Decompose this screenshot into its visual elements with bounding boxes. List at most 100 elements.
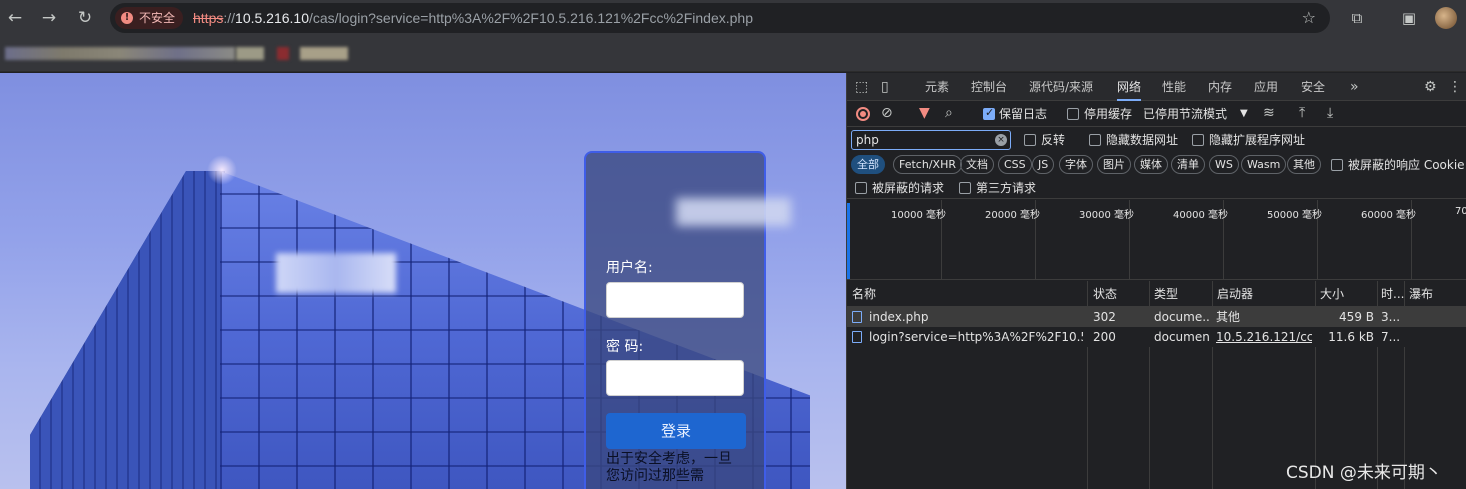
record-icon[interactable] <box>856 107 870 121</box>
col-initiator[interactable]: 启动器 <box>1217 281 1315 307</box>
preserve-log-label: 保留日志 <box>999 107 1048 121</box>
col-waterfall[interactable]: 瀑布 <box>1409 281 1464 307</box>
page-viewport: 用户名: 密 码: 登录 出于安全考虑，一旦您访问过那些需 <box>0 73 846 489</box>
url-text[interactable]: https://10.5.216.10/cas/login?service=ht… <box>193 9 753 27</box>
side-panel-icon[interactable]: ▣ <box>1400 9 1418 27</box>
col-size[interactable]: 大小 <box>1320 281 1378 307</box>
clear-filter-icon[interactable]: × <box>995 134 1007 146</box>
devtools-tab-bar: ⬚ ▯ 元素 控制台 源代码/来源 网络 性能 内存 应用 安全 » ⚙ ⋮ <box>847 73 1466 101</box>
chip-img[interactable]: 图片 <box>1097 155 1131 174</box>
bookmark-star-icon[interactable]: ☆ <box>1302 8 1316 27</box>
extensions-puzzle-icon[interactable]: ⧉ <box>1348 9 1366 27</box>
security-chip[interactable]: ! 不安全 <box>115 7 184 29</box>
url-path: /cas/login?service=http%3A%2F%2F10.5.216… <box>309 10 753 26</box>
forward-arrow-icon[interactable]: → <box>37 6 61 30</box>
chip-doc[interactable]: 文档 <box>960 155 994 174</box>
bookmarks-bar <box>0 36 1466 72</box>
blurred-bookmarks[interactable] <box>5 47 235 60</box>
timeline-tick-label: 700 <box>1455 206 1466 217</box>
timeline-tick-label: 50000 毫秒 <box>1267 210 1322 221</box>
more-tabs-icon[interactable]: » <box>1350 73 1359 101</box>
document-icon <box>852 331 862 343</box>
filter-funnel-icon[interactable]: ▼ <box>919 100 930 126</box>
search-icon[interactable]: ⌕ <box>945 100 953 126</box>
tab-memory[interactable]: 内存 <box>1208 73 1232 101</box>
security-label: 不安全 <box>139 11 176 25</box>
inspect-element-icon[interactable]: ⬚ <box>855 73 868 101</box>
tab-network[interactable]: 网络 <box>1117 73 1142 101</box>
chip-manifest[interactable]: 清单 <box>1171 155 1205 174</box>
hide-ext-urls-label: 隐藏扩展程序网址 <box>1209 133 1306 147</box>
chip-ws[interactable]: WS <box>1209 155 1239 174</box>
col-name[interactable]: 名称 <box>852 281 1087 307</box>
document-icon <box>852 311 862 323</box>
settings-gear-icon[interactable]: ⚙ <box>1424 73 1437 101</box>
col-status[interactable]: 状态 <box>1093 281 1148 307</box>
table-row[interactable]: index.php 302 docume... 其他 459 B 3... <box>847 307 1466 327</box>
row-initiator-link[interactable]: 10.5.216.121/cc/... <box>1216 327 1312 347</box>
tab-performance[interactable]: 性能 <box>1162 73 1186 101</box>
chip-fetch-xhr[interactable]: Fetch/XHR <box>893 155 962 174</box>
invert-checkbox[interactable] <box>1024 134 1036 146</box>
hide-data-urls-checkbox[interactable] <box>1089 134 1101 146</box>
filter-input[interactable]: php × <box>851 130 1011 150</box>
blocked-cookies-checkbox[interactable] <box>1331 159 1343 171</box>
tab-console[interactable]: 控制台 <box>971 73 1007 101</box>
chip-media[interactable]: 媒体 <box>1134 155 1168 174</box>
row-type: docume... <box>1154 310 1210 324</box>
tab-elements[interactable]: 元素 <box>925 73 949 101</box>
devtools-panel: ⬚ ▯ 元素 控制台 源代码/来源 网络 性能 内存 应用 安全 » ⚙ ⋮ ⊘… <box>846 73 1466 489</box>
chevron-down-icon[interactable]: ▼ <box>1240 107 1248 121</box>
blurred-bookmark-icon[interactable] <box>277 47 289 60</box>
col-time[interactable]: 时... <box>1381 281 1405 307</box>
watermark: CSDN @未来可期丶 <box>1286 463 1442 483</box>
username-input[interactable] <box>606 282 744 318</box>
blurred-logo <box>276 253 396 293</box>
timeline-tick-label: 40000 毫秒 <box>1173 210 1228 221</box>
row-size: 459 B <box>1339 310 1374 324</box>
address-bar[interactable]: ! 不安全 https://10.5.216.10/cas/login?serv… <box>110 3 1330 33</box>
blurred-bookmark[interactable] <box>300 47 348 60</box>
timeline-tick-label: 30000 毫秒 <box>1079 210 1134 221</box>
chip-js[interactable]: JS <box>1032 155 1055 174</box>
third-party-checkbox[interactable] <box>959 182 971 194</box>
password-label: 密 码: <box>606 339 644 355</box>
reload-icon[interactable]: ↻ <box>73 6 97 30</box>
tab-application[interactable]: 应用 <box>1254 73 1278 101</box>
preserve-log-checkbox[interactable] <box>983 106 995 120</box>
warning-icon: ! <box>121 12 133 24</box>
row-status: 200 <box>1093 330 1116 344</box>
col-type[interactable]: 类型 <box>1154 281 1211 307</box>
network-conditions-icon[interactable]: ≋ <box>1263 100 1275 126</box>
blurred-bookmark[interactable] <box>236 47 264 60</box>
chip-font[interactable]: 字体 <box>1059 155 1093 174</box>
filter-row: php × 反转 隐藏数据网址 隐藏扩展程序网址 <box>847 127 1466 153</box>
login-button[interactable]: 登录 <box>606 413 746 449</box>
blocked-requests-checkbox[interactable] <box>855 182 867 194</box>
table-row[interactable]: login?service=http%3A%2F%2F10.5.21... 20… <box>847 327 1466 347</box>
request-options-row: 被屏蔽的请求 第三方请求 <box>847 177 1466 199</box>
back-arrow-icon[interactable]: ← <box>3 6 27 30</box>
timeline-tick-label: 10000 毫秒 <box>891 210 946 221</box>
disable-cache-checkbox[interactable] <box>1067 108 1079 120</box>
tab-security[interactable]: 安全 <box>1301 73 1325 101</box>
password-input[interactable] <box>606 360 744 396</box>
username-label: 用户名: <box>606 260 653 276</box>
profile-avatar[interactable] <box>1435 7 1457 29</box>
hide-ext-urls-checkbox[interactable] <box>1192 134 1204 146</box>
clear-icon[interactable]: ⊘ <box>881 100 893 126</box>
throttle-select[interactable]: 已停用节流模式 <box>1143 107 1227 121</box>
more-options-icon[interactable]: ⋮ <box>1448 73 1462 101</box>
device-toolbar-icon[interactable]: ▯ <box>881 73 889 101</box>
requests-table-header: 名称 状态 类型 启动器 大小 时... 瀑布 <box>847 281 1466 307</box>
blurred-login-title <box>676 198 791 226</box>
network-overview-timeline[interactable]: 10000 毫秒 20000 毫秒 30000 毫秒 40000 毫秒 5000… <box>847 200 1466 280</box>
export-har-icon[interactable]: ⤓ <box>1327 100 1333 126</box>
row-status: 302 <box>1093 310 1116 324</box>
chip-all[interactable]: 全部 <box>851 155 885 174</box>
chip-wasm[interactable]: Wasm <box>1241 155 1287 174</box>
import-har-icon[interactable]: ⤒ <box>1299 100 1305 126</box>
tab-sources[interactable]: 源代码/来源 <box>1029 73 1093 101</box>
chip-css[interactable]: CSS <box>998 155 1032 174</box>
chip-other[interactable]: 其他 <box>1287 155 1321 174</box>
